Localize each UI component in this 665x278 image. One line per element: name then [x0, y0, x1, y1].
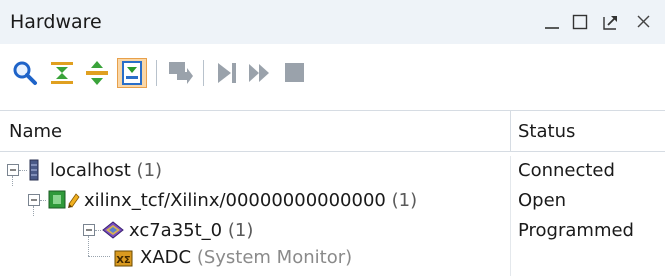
expand-all-button[interactable]: [82, 58, 112, 88]
search-button[interactable]: [10, 58, 40, 88]
column-divider: [510, 246, 511, 276]
status-cell: Open: [518, 190, 567, 211]
tree-connector: [40, 200, 46, 201]
toolbar-separator: [156, 60, 157, 86]
hardware-toolbar: [0, 44, 665, 110]
float-button[interactable]: [596, 8, 624, 36]
svg-text:XΣ: XΣ: [116, 255, 131, 266]
tree-label: XADC (System Monitor): [140, 247, 353, 268]
status-cell: Connected: [518, 160, 615, 181]
column-divider: [510, 156, 511, 186]
jtag-target-icon: [48, 190, 80, 209]
expand-all-icon: [86, 61, 108, 85]
column-divider: [510, 186, 511, 216]
hardware-panel: Hardware Name Status localhost (1) Conne…: [0, 0, 665, 278]
auto-connect-button[interactable]: [117, 58, 147, 88]
tree-connector: [19, 170, 27, 171]
close-icon: [637, 15, 650, 28]
collapse-toggle-icon[interactable]: [83, 224, 95, 236]
tree-label: xilinx_tcf/Xilinx/00000000000000 (1): [84, 190, 418, 211]
tree-row-fpga-device[interactable]: xc7a35t_0 (1) Programmed: [0, 206, 665, 246]
column-header-name[interactable]: Name: [9, 121, 62, 143]
maximize-button[interactable]: [566, 8, 594, 36]
tree-connector: [12, 176, 13, 186]
tree-row-localhost[interactable]: localhost (1) Connected: [0, 156, 665, 186]
stop-trigger-button[interactable]: [280, 58, 310, 88]
tree-row-xadc[interactable]: XΣ XADC (System Monitor): [0, 236, 665, 278]
server-icon: [29, 159, 39, 181]
collapse-toggle-icon[interactable]: [7, 164, 19, 176]
run-trigger-immediate-icon: [249, 64, 269, 82]
column-header-status[interactable]: Status: [518, 121, 575, 143]
maximize-icon: [572, 14, 588, 30]
program-device-button[interactable]: [165, 58, 195, 88]
column-divider: [510, 216, 511, 246]
float-icon: [603, 16, 617, 30]
search-icon: [13, 61, 37, 85]
panel-titlebar: Hardware: [0, 0, 665, 44]
run-trigger-button[interactable]: [212, 58, 242, 88]
tree-label: xc7a35t_0 (1): [129, 220, 254, 241]
collapse-toggle-icon[interactable]: [28, 194, 40, 206]
status-cell: Programmed: [518, 220, 634, 241]
tree-row-jtag-target[interactable]: xilinx_tcf/Xilinx/00000000000000 (1) Ope…: [0, 176, 665, 216]
collapse-all-icon: [51, 62, 73, 84]
auto-connect-icon: [122, 61, 142, 85]
xadc-icon: XΣ: [114, 250, 133, 267]
tree-label: localhost (1): [50, 160, 163, 181]
toolbar-separator: [203, 60, 204, 86]
fpga-device-icon: [102, 221, 124, 239]
minimize-icon: [545, 27, 559, 29]
run-trigger-immediate-button[interactable]: [245, 58, 275, 88]
tree-connector: [88, 236, 89, 256]
minimize-button[interactable]: [538, 8, 566, 36]
run-trigger-icon: [218, 63, 236, 83]
column-divider[interactable]: [510, 111, 511, 152]
stop-trigger-icon: [285, 63, 304, 82]
tree-connector: [33, 206, 34, 216]
close-button[interactable]: [630, 8, 658, 36]
collapse-all-button[interactable]: [47, 58, 77, 88]
tree-connector: [88, 256, 110, 257]
program-device-icon: [169, 62, 193, 84]
tree-column-header: Name Status: [0, 110, 665, 152]
panel-title: Hardware: [10, 11, 102, 33]
